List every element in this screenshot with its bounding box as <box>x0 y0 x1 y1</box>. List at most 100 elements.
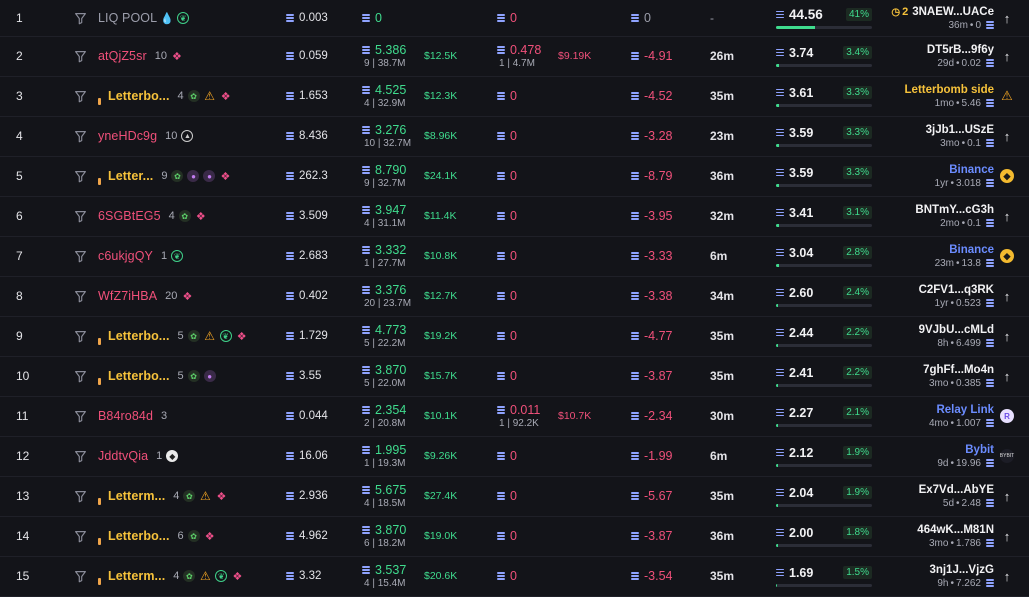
filter-icon[interactable] <box>74 76 90 116</box>
source-action[interactable]: ↑ <box>998 36 1016 76</box>
bought-amount: 0 <box>362 11 382 25</box>
source-action[interactable]: ↑ <box>998 556 1016 596</box>
table-row[interactable]: 12 JddtvQia 1 ◆ 16.06 1.995 1 | 19.3M $9.26K 0 -1… <box>0 436 1029 477</box>
wallet-name[interactable]: Letterm... <box>108 489 165 503</box>
filter-icon[interactable] <box>74 436 90 476</box>
holders-table: 1 LIQ POOL 💧 ❦ 0.003 0 0 0-44.56 41% ◷ 2 3NAEW...UA… <box>0 0 1029 597</box>
table-row[interactable]: 14 Letterbo... 6 ✿ ❖ 4.962 3.870 6 | 18.2M $19.0… <box>0 516 1029 557</box>
sol-icon <box>776 48 784 57</box>
arrow-up-icon[interactable]: ↑ <box>1004 209 1011 224</box>
funding-source-name[interactable]: ◷ 2 3NAEW...UACe <box>891 6 994 18</box>
source-action[interactable]: ↑ <box>998 196 1016 236</box>
source-action[interactable]: BYBIT <box>998 436 1016 476</box>
funding-source-name[interactable]: C2FV1...q3RK <box>919 284 994 296</box>
funding-source-label: C2FV1...q3RK <box>918 283 994 296</box>
bybit-icon: BYBIT <box>1000 449 1014 463</box>
source-action[interactable]: ◆ <box>998 156 1016 196</box>
table-row[interactable]: 13 Letterm... 4 ✿ ⚠ ❖ 2.936 5.675 4 | 18.5M $27.4… <box>0 476 1029 517</box>
arrow-up-icon[interactable]: ↑ <box>1004 11 1011 26</box>
funding-source-name[interactable]: 9VJbU...cMLd <box>919 324 994 336</box>
funding-source-name[interactable]: Relay Link <box>936 404 994 416</box>
filter-icon[interactable] <box>74 396 90 436</box>
arrow-up-icon[interactable]: ↑ <box>1004 49 1011 64</box>
filter-icon[interactable] <box>74 36 90 76</box>
bought-sub: 5 | 22.0M <box>364 378 406 389</box>
table-row[interactable]: 3 Letterbo... 4 ✿ ⚠ ❖ 1.653 4.525 4 | 32.9M $12.3… <box>0 76 1029 117</box>
filter-icon[interactable] <box>74 196 90 236</box>
funding-source-name[interactable]: 464wK...M81N <box>917 524 994 536</box>
table-row[interactable]: 8 WfZ7iHBA 20 ❖ 0.402 3.376 20 | 23.7M $12.7K 0-… <box>0 276 1029 317</box>
wallet-name[interactable]: atQjZ5sr <box>98 49 147 63</box>
arrow-up-icon[interactable]: ↑ <box>1004 529 1011 544</box>
arrow-up-icon[interactable]: ↑ <box>1004 289 1011 304</box>
funding-source-name[interactable]: Ex7Vd...AbYE <box>919 484 994 496</box>
sol-balance-value: 4.962 <box>299 530 328 542</box>
arrow-up-icon[interactable]: ↑ <box>1004 129 1011 144</box>
filter-icon[interactable] <box>74 476 90 516</box>
table-row[interactable]: 11 B84ro84d 3 0.044 2.354 2 | 20.8M $10.1K 0.01… <box>0 396 1029 437</box>
wallet-name[interactable]: Letterm... <box>108 569 165 583</box>
source-action[interactable]: ↑ <box>998 316 1016 356</box>
filter-icon[interactable] <box>74 116 90 156</box>
filter-icon[interactable] <box>74 556 90 596</box>
bought-cell: 3.947 4 | 31.1M <box>362 196 422 236</box>
table-row[interactable]: 1 LIQ POOL 💧 ❦ 0.003 0 0 0 - 44.56 41% ◷ 2 3NAEW...UA… <box>0 0 1029 37</box>
wallet-name[interactable]: B84ro84d <box>98 409 153 423</box>
wallet-name[interactable]: c6ukjgQY <box>98 249 153 263</box>
table-row[interactable]: 10 Letterbo... 5 ✿ ● 3.55 3.870 5 | 22.0M $15.7K… <box>0 356 1029 397</box>
wallet-name[interactable]: Letter... <box>108 169 153 183</box>
funding-source-name[interactable]: Letterbomb side <box>905 84 994 96</box>
frog-icon: ✿ <box>187 90 200 102</box>
wallet-name[interactable]: 6SGBtEG5 <box>98 209 161 223</box>
filter-icon[interactable] <box>74 276 90 316</box>
table-row[interactable]: 6 6SGBtEG5 4 ✿ ❖ 3.509 3.947 4 | 31.1M $11.4K 0 -3… <box>0 196 1029 237</box>
funding-source-name[interactable]: Binance <box>949 244 994 256</box>
source-action[interactable]: ↑ <box>998 516 1016 556</box>
filter-icon[interactable] <box>74 0 90 36</box>
source-action[interactable]: ↑ <box>998 476 1016 516</box>
wallet-name[interactable]: yneHDc9g <box>98 129 157 143</box>
source-action[interactable]: ⚠ <box>998 76 1016 116</box>
source-action[interactable]: R <box>998 396 1016 436</box>
table-row[interactable]: 9 Letterbo... 5 ✿ ⚠ ❦ ❖ 1.729 4.773 5 | 22.2M $19.… <box>0 316 1029 357</box>
wallet-name[interactable]: Letterbo... <box>108 529 170 543</box>
funding-source-name[interactable]: Binance <box>949 164 994 176</box>
arrow-up-icon[interactable]: ↑ <box>1004 489 1011 504</box>
source-action[interactable]: ↑ <box>998 0 1016 36</box>
table-row[interactable]: 4 yneHDc9g 10 ▲ 8.436 3.276 10 | 32.7M $8.96K 0-… <box>0 116 1029 157</box>
arrow-up-icon[interactable]: ↑ <box>1004 369 1011 384</box>
arrow-up-icon[interactable]: ↑ <box>1004 569 1011 584</box>
wallet-name[interactable]: LIQ POOL <box>98 11 157 25</box>
sol-icon <box>776 368 784 377</box>
sol-balance-value: 1.653 <box>299 90 328 102</box>
table-row[interactable]: 7 c6ukjgQY 1 ❦ 2.683 3.332 1 | 27.7M $10.8K 0 -3.… <box>0 236 1029 277</box>
funding-source-name[interactable]: Bybit <box>965 444 994 456</box>
filter-icon[interactable] <box>74 516 90 556</box>
wallet-name[interactable]: Letterbo... <box>108 369 170 383</box>
funding-meta: 29d • 0.02 <box>937 58 994 69</box>
funding-source-name[interactable]: 3jJb1...USzE <box>926 124 994 136</box>
source-action[interactable]: ↑ <box>998 276 1016 316</box>
table-row[interactable]: 2 atQjZ5sr 10 ❖ 0.059 5.386 9 | 38.7M $12.5K 0.4… <box>0 36 1029 77</box>
wallet-name[interactable]: JddtvQia <box>98 449 148 463</box>
source-action[interactable]: ↑ <box>998 116 1016 156</box>
funding-source-name[interactable]: BNTmY...cG3h <box>915 204 994 216</box>
table-row[interactable]: 15 Letterm... 4 ✿ ⚠ ❦ ❖ 3.32 3.537 4 | 15.4M $20.6… <box>0 556 1029 597</box>
wallet-name[interactable]: Letterbo... <box>108 89 170 103</box>
holding-top: 2.60 2.4% <box>776 286 872 300</box>
funding-source-name[interactable]: DT5rB...9f6y <box>927 44 994 56</box>
arrow-up-icon[interactable]: ↑ <box>1004 329 1011 344</box>
sold-cell: 0 <box>497 276 557 316</box>
source-action[interactable]: ↑ <box>998 356 1016 396</box>
filter-icon[interactable] <box>74 156 90 196</box>
wallet-name[interactable]: Letterbo... <box>108 329 170 343</box>
wallet-name[interactable]: WfZ7iHBA <box>98 289 157 303</box>
filter-icon[interactable] <box>74 316 90 356</box>
pnl-value: -4.77 <box>644 329 673 343</box>
funding-source-name[interactable]: 3nj1J...VjzG <box>929 564 994 576</box>
filter-icon[interactable] <box>74 356 90 396</box>
source-action[interactable]: ◆ <box>998 236 1016 276</box>
funding-source-name[interactable]: 7ghFf...Mo4n <box>923 364 994 376</box>
table-row[interactable]: 5 Letter... 9 ✿ ● ● ❖ 262.3 8.790 9 | 32.7M $24.1K… <box>0 156 1029 197</box>
filter-icon[interactable] <box>74 236 90 276</box>
